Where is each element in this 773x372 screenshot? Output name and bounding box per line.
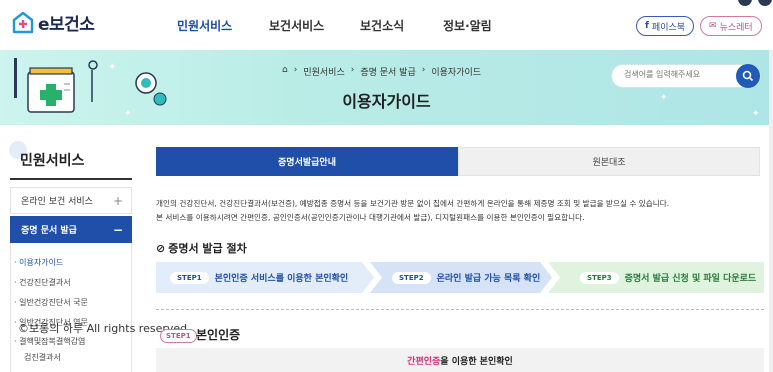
auth-text: 을 이용한 본인확인	[440, 356, 513, 367]
facebook-button[interactable]: f 페이스북	[636, 16, 695, 36]
step1-badge: STEP1	[160, 329, 197, 343]
svg-text:✦: ✦	[108, 62, 116, 73]
sidebar-title: 민원서비스	[20, 153, 85, 169]
search-input[interactable]	[624, 70, 724, 79]
page-title: 이용자가이드	[342, 92, 431, 111]
search-box	[611, 64, 761, 88]
step-badge: STEP1	[170, 271, 209, 284]
tab-original-verify[interactable]: 원본대조	[458, 147, 760, 176]
step1-title: 본인인증	[196, 328, 241, 342]
procedure-step-3: STEP3 증명서 발급 신청 및 파일 다운로드	[566, 262, 756, 293]
submenu-item-tb-result[interactable]: 검진결과서	[24, 352, 61, 363]
submenu-item-general-kr[interactable]: · 일반건강진단서 국문	[14, 297, 88, 308]
step-badge: STEP3	[580, 271, 619, 284]
procedure-step-2: STEP2 온라인 발급 가능 목록 확인	[378, 262, 540, 293]
sidebar-item-certificate[interactable]: 증명 문서 발급 −	[10, 216, 132, 243]
breadcrumb-item[interactable]: 민원서비스	[303, 65, 344, 78]
auth-method-bar: 간편인증 을 이용한 본인확인	[156, 348, 764, 372]
step-label: 온라인 발급 가능 목록 확인	[436, 274, 541, 284]
page-scrollbar[interactable]	[769, 50, 773, 372]
top-util-icon[interactable]	[738, 0, 752, 6]
facebook-label: 페이스북	[651, 22, 686, 33]
step-badge: STEP2	[392, 271, 431, 284]
breadcrumb: ⌂ › 민원서비스 › 증명 문서 발급 › 이용자가이드	[282, 65, 482, 78]
tab-certificate-guide[interactable]: 증명서발급안내	[156, 147, 458, 176]
newsletter-button[interactable]: ✉ 뉴스레터	[700, 16, 762, 36]
nav-health-news[interactable]: 보건소식	[360, 17, 404, 34]
section-divider	[156, 309, 764, 310]
home-icon[interactable]: ⌂	[282, 65, 288, 78]
step-label: 본인인증 서비스를 이용한 본인확인	[214, 274, 349, 284]
newsletter-label: 뉴스레터	[719, 22, 753, 33]
nav-health-services[interactable]: 보건서비스	[269, 17, 324, 34]
intro-text-line: 본 서비스를 이용하시려면 간편인증, 공인인증서(공인인증기관이나 대행기관에…	[156, 213, 585, 222]
submenu-item-health-result[interactable]: · 건강진단결과서	[14, 277, 71, 288]
nav-info-notices[interactable]: 정보·알림	[443, 17, 492, 34]
sidebar-item-online-health[interactable]: 온라인 보건 서비스 +	[10, 187, 132, 214]
breadcrumb-item[interactable]: 증명 문서 발급	[360, 65, 415, 78]
sidebar-item-label: 증명 문서 발급	[21, 226, 77, 236]
procedure-step-1: STEP1 본인인증 서비스를 이용한 본인확인	[156, 262, 348, 293]
auth-highlight: 간편인증	[407, 356, 441, 367]
mail-icon: ✉	[709, 21, 717, 31]
sidebar-item-label: 온라인 보건 서비스	[21, 197, 93, 207]
check-circle-icon: ⊘	[156, 241, 166, 255]
minus-icon: −	[112, 222, 123, 237]
facebook-icon: f	[645, 21, 649, 31]
submenu-item-tb[interactable]: · 결핵및잠복결핵감염	[14, 336, 85, 347]
submenu-item-user-guide[interactable]: · 이용자가이드	[14, 257, 63, 268]
breadcrumb-item-current: 이용자가이드	[431, 68, 482, 78]
procedure-title: ⊘ 증명서 발급 절차	[156, 241, 247, 256]
intro-text-line: 개인의 건강진단서, 건강진단결과서(보건증), 예방접종 증명서 등을 보건기…	[156, 199, 670, 208]
procedure-steps: STEP1 본인인증 서비스를 이용한 본인확인 STEP2 온라인 발급 가능…	[156, 262, 764, 293]
step-label: 증명서 발급 신청 및 파일 다운로드	[624, 274, 757, 284]
site-header: e보건소 민원서비스 보건서비스 보건소식 정보·알림 f 페이스북 ✉ 뉴스레…	[0, 0, 773, 50]
page-banner: ✦ ✦ ✦ ✦ ⌂ › 민원서비스 › 증명 문서 발급 › 이용자가이드 이용…	[0, 50, 773, 125]
plus-icon: +	[112, 193, 123, 208]
nav-civil-services[interactable]: 민원서비스	[177, 17, 232, 34]
search-button[interactable]	[736, 64, 760, 88]
top-util-icon-2[interactable]	[758, 0, 772, 6]
search-icon	[742, 70, 754, 82]
sidebar-divider	[10, 178, 132, 180]
